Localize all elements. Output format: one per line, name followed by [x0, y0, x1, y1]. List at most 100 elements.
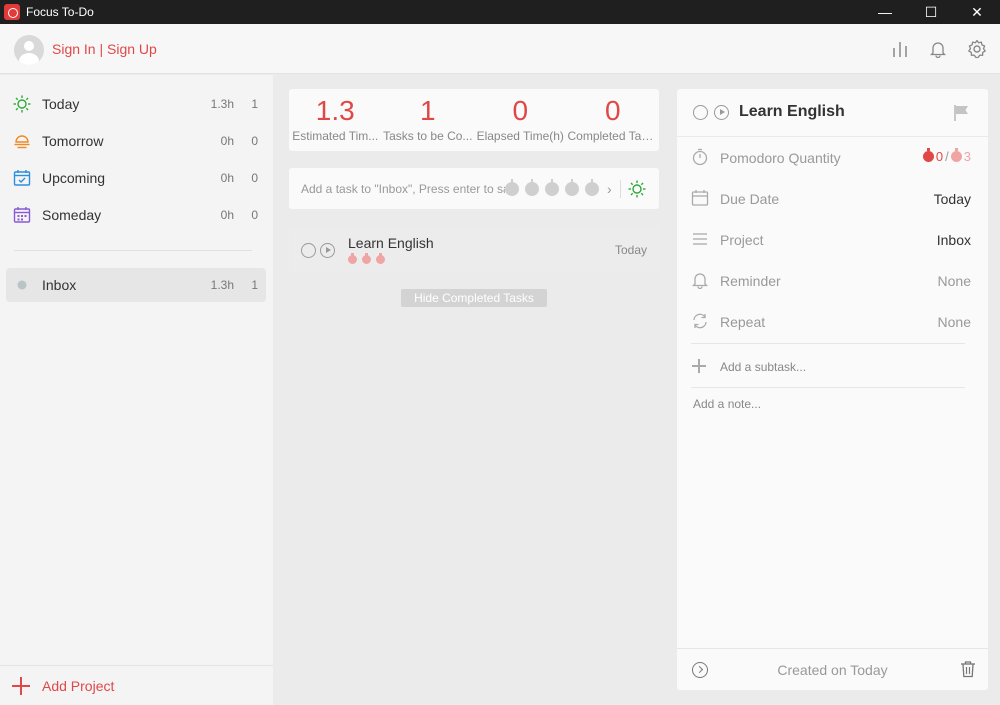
repeat-icon: [691, 312, 709, 330]
add-task-input[interactable]: Add a task to "Inbox", Press enter to sa: [301, 182, 505, 196]
pomodoro-icon: [362, 253, 371, 264]
dot-icon: [12, 275, 32, 295]
calendar-check-icon: [12, 168, 32, 188]
repeat-row[interactable]: Repeat None: [677, 302, 988, 343]
calendar-icon: [691, 189, 709, 207]
stats-icon[interactable]: [889, 38, 911, 60]
complete-checkbox[interactable]: [693, 105, 708, 120]
pomodoro-estimate-picker[interactable]: [505, 178, 605, 196]
reminder-value[interactable]: None: [938, 273, 971, 289]
title-bar: Focus To-Do — ☐ ✕: [0, 0, 1000, 24]
divider: [691, 387, 965, 388]
pomodoro-done: 0: [935, 149, 944, 164]
stopwatch-icon[interactable]: [545, 178, 559, 196]
pomodoro-separator: /: [945, 149, 949, 164]
pomodoro-icon: [376, 253, 385, 264]
sidebar-item-duration: 0h: [220, 134, 234, 148]
sidebar-item-count: 0: [251, 208, 258, 222]
stat-value: 1.3: [315, 95, 355, 126]
stopwatch-icon[interactable]: [505, 178, 519, 196]
detail-title[interactable]: Learn English: [739, 103, 845, 121]
repeat-label: Repeat: [720, 314, 766, 330]
task-date: Today: [614, 243, 647, 257]
hide-completed-button[interactable]: Hide Completed Tasks: [401, 289, 547, 307]
header: Sign In | Sign Up: [0, 24, 1000, 74]
task-detail-panel: Learn English Pomodoro Quantity 0 / 3 Du…: [677, 89, 988, 690]
stat-value: 0: [604, 95, 621, 126]
sidebar-divider: [14, 250, 252, 251]
plus-icon: [12, 676, 30, 695]
sidebar-item-upcoming[interactable]: Upcoming 0h 0: [6, 161, 266, 195]
pomodoro-icon: [922, 148, 934, 162]
avatar[interactable]: [14, 35, 44, 65]
add-note-input[interactable]: Add a note...: [693, 397, 761, 411]
pomodoro-total: 3: [963, 149, 971, 164]
sidebar-item-someday[interactable]: Someday 0h 0: [6, 198, 266, 232]
sidebar-item-duration: 1.3h: [210, 278, 234, 292]
reminder-row[interactable]: Reminder None: [677, 261, 988, 302]
project-label: Project: [720, 232, 764, 248]
stat-label: Completed Tasks: [567, 129, 660, 143]
stopwatch-icon[interactable]: [565, 178, 579, 196]
flag-icon[interactable]: [952, 104, 970, 127]
minimize-button[interactable]: —: [862, 0, 908, 24]
sidebar-item-duration: 1.3h: [210, 97, 234, 111]
sidebar-item-duration: 0h: [220, 208, 234, 222]
task-row[interactable]: Learn English Today: [289, 227, 659, 273]
chevron-right-icon[interactable]: ›: [607, 181, 612, 197]
sidebar-item-inbox[interactable]: Inbox 1.3h 1: [6, 268, 266, 302]
stopwatch-icon[interactable]: [525, 178, 539, 196]
sidebar: Today 1.3h 1 Tomorrow 0h 0 Upcoming 0h 0…: [0, 75, 273, 705]
due-date-row[interactable]: Due Date Today: [677, 179, 988, 220]
sign-in-link[interactable]: Sign In | Sign Up: [52, 41, 157, 57]
sidebar-item-count: 0: [251, 171, 258, 185]
project-value[interactable]: Inbox: [937, 232, 971, 248]
gear-icon[interactable]: [966, 38, 988, 60]
stat-label: Tasks to be Co...: [383, 129, 473, 143]
divider: [619, 179, 621, 198]
trash-icon[interactable]: [960, 660, 976, 683]
sidebar-item-label: Today: [42, 96, 80, 112]
sidebar-item-label: Inbox: [42, 277, 77, 293]
created-label: Created on Today: [777, 662, 888, 678]
stopwatch-icon: [691, 148, 709, 166]
detail-header: Learn English: [677, 89, 988, 137]
project-row[interactable]: Project Inbox: [677, 220, 988, 261]
stat-value: 1: [419, 95, 436, 126]
pomodoro-icon: [950, 148, 962, 162]
pomodoro-quantity-value[interactable]: 0 / 3: [922, 148, 971, 164]
stat-estimated-time: 1.3 Estimated Tim...: [289, 89, 382, 151]
play-icon[interactable]: [320, 243, 335, 258]
stat-label: Estimated Tim...: [292, 129, 379, 143]
sidebar-item-label: Upcoming: [42, 170, 106, 186]
app-title: Focus To-Do: [26, 5, 94, 19]
pomodoro-quantity-label: Pomodoro Quantity: [720, 150, 841, 166]
detail-footer: Created on Today: [677, 648, 988, 690]
app-logo-icon: [4, 4, 20, 20]
task-pomodoros: [348, 253, 390, 264]
reminder-label: Reminder: [720, 273, 781, 289]
due-date-value[interactable]: Today: [934, 191, 971, 207]
bell-icon[interactable]: [927, 38, 949, 60]
add-project-label: Add Project: [42, 677, 115, 694]
sidebar-item-duration: 0h: [220, 171, 234, 185]
add-project-button[interactable]: Add Project: [0, 665, 273, 705]
stats-panel: 1.3 Estimated Tim... 1 Tasks to be Co...…: [289, 89, 659, 151]
sidebar-item-tomorrow[interactable]: Tomorrow 0h 0: [6, 124, 266, 158]
add-task-bar: Add a task to "Inbox", Press enter to sa…: [289, 168, 659, 209]
sidebar-item-count: 1: [251, 97, 258, 111]
repeat-value[interactable]: None: [938, 314, 971, 330]
close-button[interactable]: ✕: [954, 0, 1000, 24]
stat-completed-tasks: 0 Completed Tasks: [567, 89, 660, 151]
complete-checkbox[interactable]: [301, 243, 316, 258]
add-subtask-label: Add a subtask...: [720, 360, 807, 374]
pomodoro-quantity-row[interactable]: Pomodoro Quantity 0 / 3: [677, 138, 988, 179]
sidebar-item-count: 1: [251, 278, 258, 292]
sidebar-item-today[interactable]: Today 1.3h 1: [6, 87, 266, 121]
play-icon[interactable]: [714, 105, 729, 120]
sun-icon[interactable]: [627, 179, 647, 199]
add-subtask[interactable]: Add a subtask...: [677, 352, 988, 382]
maximize-button[interactable]: ☐: [908, 0, 954, 24]
sun-icon: [12, 94, 32, 114]
stopwatch-icon[interactable]: [585, 178, 599, 196]
